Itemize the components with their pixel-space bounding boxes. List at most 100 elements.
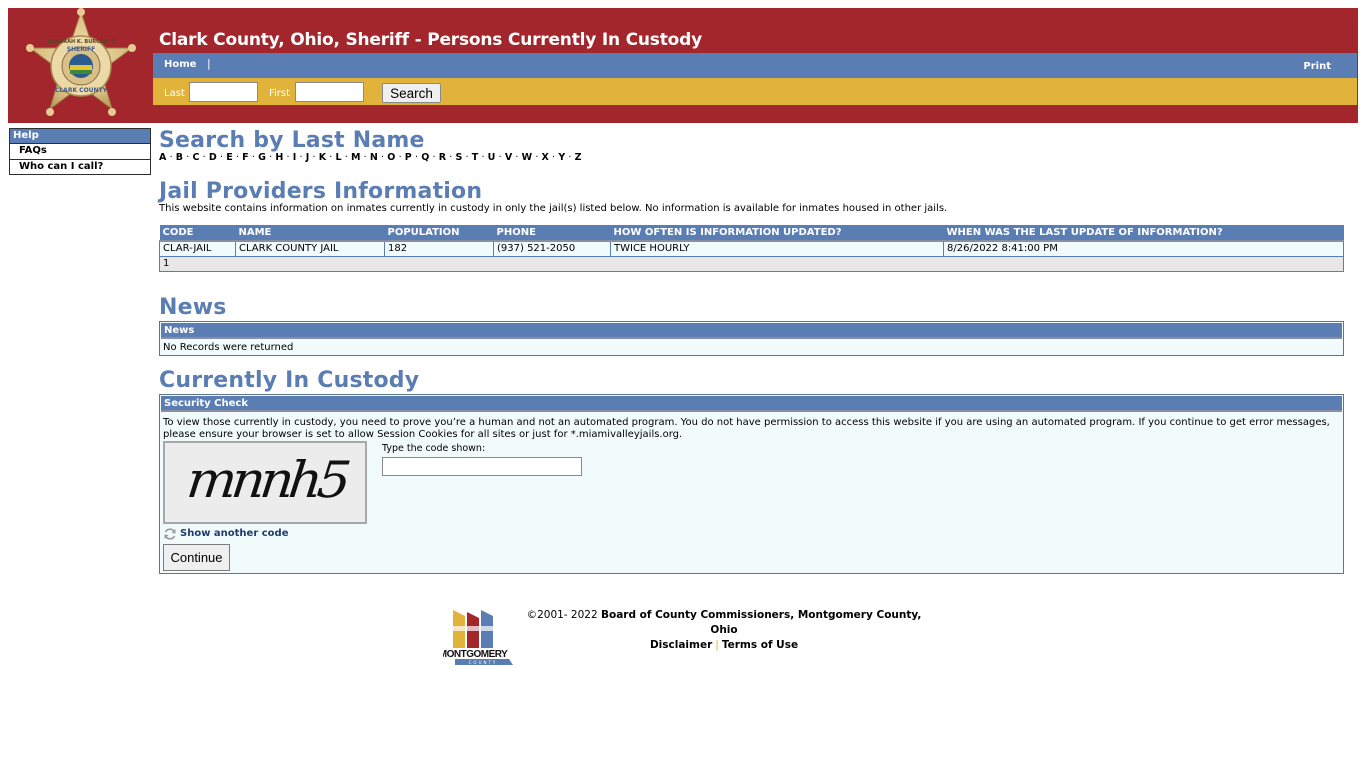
code-label: Type the code shown: <box>382 442 486 454</box>
letter-link-f[interactable]: F <box>242 152 249 163</box>
pager-row: 1 <box>159 255 1344 272</box>
letter-separator: · <box>498 152 502 163</box>
letter-link-z[interactable]: Z <box>575 152 582 163</box>
nav-home-link[interactable]: Home <box>164 59 196 70</box>
letter-separator: · <box>251 152 256 163</box>
show-another-code-link[interactable]: Show another code <box>163 527 1340 541</box>
letter-separator: · <box>363 152 367 163</box>
badge-mid-text: SHERIFF <box>67 46 96 53</box>
letter-link-n[interactable]: N <box>370 152 378 163</box>
last-name-label: Last <box>164 88 185 99</box>
letter-separator: · <box>414 152 419 163</box>
letter-separator: · <box>398 152 402 163</box>
help-sidebar: Help FAQs Who can I call? <box>9 128 151 175</box>
jail-providers-table: CODE NAME POPULATION PHONE HOW OFTEN IS … <box>159 225 1344 272</box>
column-header-phone: PHONE <box>493 225 611 242</box>
cell-code: CLAR-JAIL <box>159 240 236 257</box>
letter-separator: · <box>220 152 224 163</box>
nav-separator: | <box>207 57 211 70</box>
first-name-label: First <box>269 88 291 99</box>
letter-link-t[interactable]: T <box>472 152 479 163</box>
first-name-input[interactable] <box>295 82 364 102</box>
letter-separator: · <box>568 152 572 163</box>
column-header-code: CODE <box>159 225 236 242</box>
letter-link-p[interactable]: P <box>405 152 412 163</box>
letter-separator: · <box>202 152 206 163</box>
letter-separator: · <box>312 152 316 163</box>
column-header-name: NAME <box>235 225 385 242</box>
page-number[interactable]: 1 <box>159 255 1344 272</box>
letter-separator: · <box>299 152 303 163</box>
letter-link-j[interactable]: J <box>306 152 310 163</box>
letter-link-h[interactable]: H <box>275 152 283 163</box>
letter-link-b[interactable]: B <box>176 152 183 163</box>
badge-top-text: DEBORAH K. BURCHETT <box>48 39 115 45</box>
cell-last-update: 8/26/2022 8:41:00 PM <box>943 240 1344 257</box>
sidebar-item-faqs[interactable]: FAQs <box>10 144 150 159</box>
letter-link-u[interactable]: U <box>488 152 496 163</box>
disclaimer-link[interactable]: Disclaimer <box>650 639 712 651</box>
column-header-last-update: WHEN WAS THE LAST UPDATE OF INFORMATION? <box>943 225 1344 242</box>
currently-in-custody-heading: Currently In Custody <box>159 367 420 393</box>
letter-link-s[interactable]: S <box>455 152 462 163</box>
letter-link-c[interactable]: C <box>192 152 199 163</box>
letter-separator: · <box>552 152 556 163</box>
letter-link-e[interactable]: E <box>226 152 233 163</box>
letter-link-m[interactable]: M <box>351 152 361 163</box>
montgomery-county-logo: MONTGOMERY COUNTY <box>443 610 513 665</box>
table-header-row: CODE NAME POPULATION PHONE HOW OFTEN IS … <box>159 225 1344 242</box>
cell-population: 182 <box>384 240 494 257</box>
letter-separator: · <box>515 152 519 163</box>
site-title: Clark County, Ohio, Sheriff - Persons Cu… <box>159 30 702 50</box>
jail-providers-heading: Jail Providers Information <box>159 179 483 204</box>
letter-link-i[interactable]: I <box>293 152 297 163</box>
nav-bar: Home | Print <box>153 53 1357 78</box>
letter-separator: · <box>432 152 436 163</box>
search-button[interactable]: Search <box>382 83 441 103</box>
alphabet-index: A · B · C · D · E · F · G · H · I · J · K · L · M · N · O · P · Q · R · S · T ·… <box>159 152 1344 163</box>
letter-separator: · <box>344 152 348 163</box>
letter-link-v[interactable]: V <box>505 152 513 163</box>
security-check-header: Security Check <box>161 395 1342 412</box>
letter-separator: · <box>381 152 385 163</box>
security-check-box: Security Check To view those currently i… <box>159 393 1344 574</box>
captcha-text: mnnh5 <box>184 450 349 509</box>
letter-link-d[interactable]: D <box>209 152 217 163</box>
continue-button[interactable]: Continue <box>163 543 230 571</box>
letter-link-k[interactable]: K <box>319 152 327 163</box>
letter-separator: · <box>535 152 539 163</box>
sidebar-item-who-can-i-call[interactable]: Who can I call? <box>10 159 150 174</box>
sheriff-badge-logo: DEBORAH K. BURCHETT SHERIFF CLARK COUNTY <box>26 8 136 116</box>
cell-update-frequency: TWICE HOURLY <box>610 240 944 257</box>
nav-print-link[interactable]: Print <box>1303 61 1331 72</box>
letter-link-y[interactable]: Y <box>558 152 565 163</box>
letter-link-o[interactable]: O <box>387 152 395 163</box>
news-heading: News <box>159 294 227 320</box>
letter-separator: · <box>186 152 190 163</box>
letter-link-x[interactable]: X <box>542 152 550 163</box>
letter-link-w[interactable]: W <box>522 152 533 163</box>
table-row: CLAR-JAIL CLARK COUNTY JAIL 182 (937) 52… <box>159 240 1344 257</box>
terms-of-use-link[interactable]: Terms of Use <box>722 639 798 651</box>
letter-separator: · <box>235 152 240 163</box>
letter-link-l[interactable]: L <box>336 152 342 163</box>
letter-separator: · <box>465 152 469 163</box>
search-by-last-name-heading: Search by Last Name <box>159 128 425 153</box>
letter-separator: · <box>169 152 173 163</box>
letter-link-g[interactable]: G <box>258 152 266 163</box>
letter-separator: · <box>481 152 485 163</box>
last-name-input[interactable] <box>189 82 258 102</box>
letter-separator: · <box>269 152 273 163</box>
letter-link-r[interactable]: R <box>439 152 447 163</box>
copyright-owner: Board of County Commissioners, Montgomer… <box>601 609 922 636</box>
main-content: Search by Last Name A · B · C · D · E · F · G · H · I · J ·… <box>159 128 1344 574</box>
cell-name: CLARK COUNTY JAIL <box>235 240 385 257</box>
column-header-update-frequency: HOW OFTEN IS INFORMATION UPDATED? <box>610 225 944 242</box>
letter-link-a[interactable]: A <box>159 152 167 163</box>
badge-bottom-text: CLARK COUNTY <box>55 87 108 94</box>
quick-search-bar: Last First Search <box>153 78 1357 105</box>
letter-link-q[interactable]: Q <box>421 152 429 163</box>
show-another-code-label: Show another code <box>180 528 289 539</box>
captcha-row: mnnh5 Type the code shown: <box>163 440 1340 524</box>
captcha-code-input[interactable] <box>382 456 582 476</box>
